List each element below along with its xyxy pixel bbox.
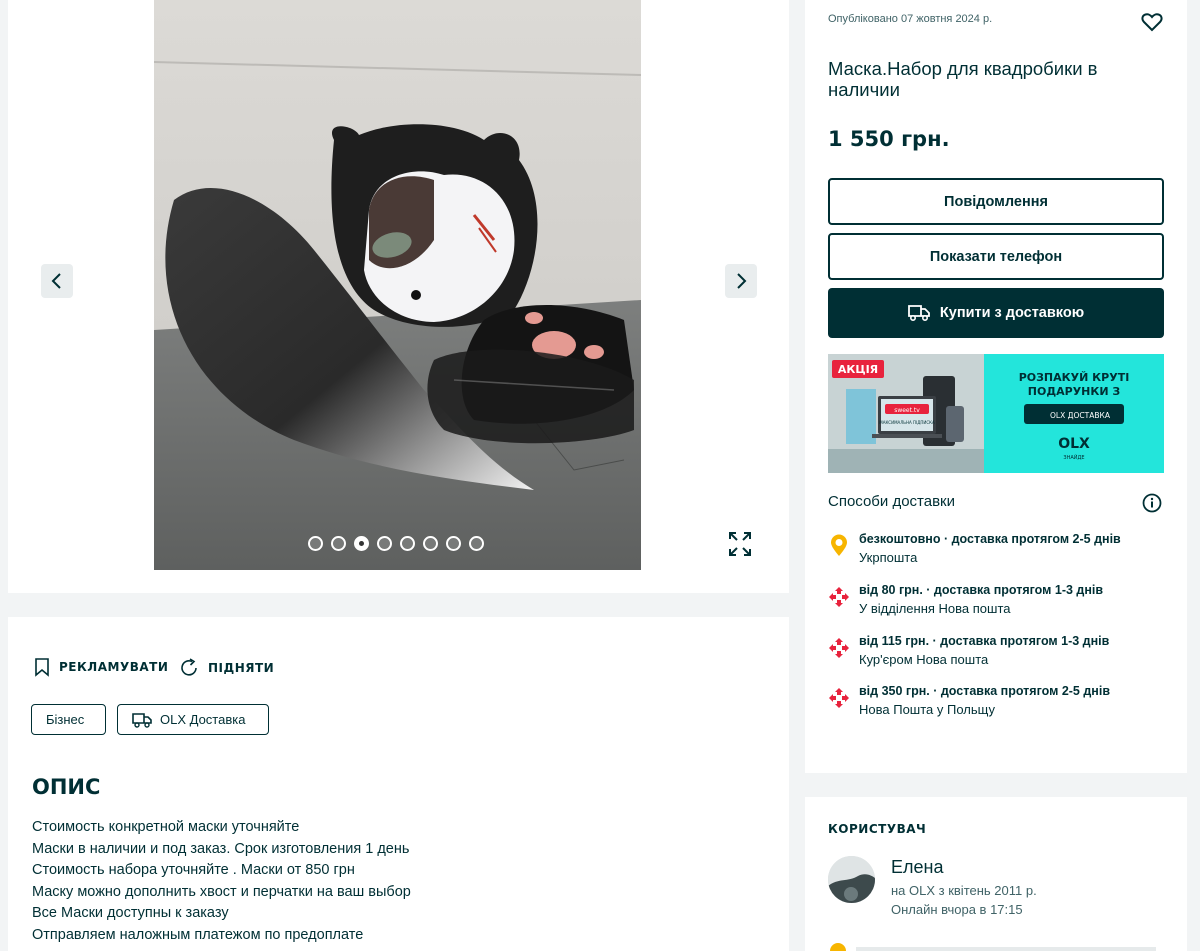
description-line: Все Маски доступны к заказу xyxy=(32,905,229,921)
delivery-option-sub: У відділення Нова пошта xyxy=(859,601,1011,616)
delivery-option-main: від 115 грн. · доставка протягом 1-3 дні… xyxy=(859,634,1110,648)
banner-screen-brand: sweet.tv xyxy=(894,407,920,414)
next-image-button[interactable] xyxy=(725,264,757,298)
listing-title: Маска.Набор для квадробики в наличии xyxy=(828,58,1098,100)
promote-button[interactable]: РЕКЛАМУВАТИ xyxy=(33,657,168,677)
product-photo[interactable] xyxy=(154,0,641,570)
user-heading: КОРИСТУВАЧ xyxy=(828,822,927,836)
avatar[interactable] xyxy=(828,856,875,903)
listing-info-card: Опубліковано 07 жовтня 2024 р. Маска.Наб… xyxy=(805,0,1187,773)
refresh-label: ПІДНЯТИ xyxy=(208,661,275,675)
description-title: ОПИС xyxy=(32,775,101,799)
gallery-dot[interactable] xyxy=(446,536,461,551)
tag-business-label: Бізнес xyxy=(46,712,85,727)
prev-image-button[interactable] xyxy=(41,264,73,298)
ukrposhta-icon xyxy=(831,534,847,556)
tag-business: Бізнес xyxy=(31,704,106,735)
gallery-dot[interactable] xyxy=(354,536,369,551)
published-date: Опубліковано 07 жовтня 2024 р. xyxy=(828,13,993,25)
banner-badge: АКЦІЯ xyxy=(838,363,878,376)
banner-headline-2: ПОДАРУНКИ З xyxy=(1028,385,1121,398)
expand-gallery-button[interactable] xyxy=(726,529,754,559)
description-line: Маску можно дополнить хвост и перчатки н… xyxy=(32,883,411,900)
delivery-option-main: від 80 грн. · доставка протягом 1-3 днів xyxy=(859,583,1104,597)
banner-logo: OLX xyxy=(1058,436,1090,452)
truck-icon xyxy=(132,712,152,728)
description-body: Стоимость конкретной маски уточняйте Мас… xyxy=(32,817,411,946)
tag-olx-delivery: OLX Доставка xyxy=(117,704,269,735)
description-card: РЕКЛАМУВАТИ ПІДНЯТИ Бізнес OLX Доставка … xyxy=(8,617,789,951)
delivery-option-main: безкоштовно · доставка протягом 2-5 днів xyxy=(859,532,1121,546)
avatar-image xyxy=(828,856,875,903)
delivery-option-sub: Кур'єром Нова пошта xyxy=(859,652,989,667)
delivery-option-sub: Укрпошта xyxy=(859,550,918,565)
user-since: на OLX з квітень 2011 р. xyxy=(891,883,1037,898)
gallery-pagination xyxy=(308,536,484,551)
message-button[interactable]: Повідомлення xyxy=(828,178,1164,225)
listing-price: 1 550 грн. xyxy=(828,127,950,151)
product-photo-image xyxy=(154,0,641,570)
gallery-dot[interactable] xyxy=(400,536,415,551)
description-line: Стоимость набора уточняйте . Маски от 85… xyxy=(32,862,355,878)
delivery-info-button[interactable] xyxy=(1142,493,1162,513)
description-line: Отправляем наложным платежом по предопла… xyxy=(32,926,364,943)
user-extra-row xyxy=(828,938,1168,951)
favorite-button[interactable] xyxy=(1140,10,1164,34)
buy-with-delivery-button[interactable]: Купити з доставкою xyxy=(828,288,1164,338)
delivery-title: Способи доставки xyxy=(828,493,955,510)
expand-icon xyxy=(729,532,751,556)
tag-olx-label: OLX Доставка xyxy=(160,712,246,727)
description-line: Стоимость конкретной маски уточняйте xyxy=(32,819,300,835)
cut-off-row-image xyxy=(830,943,1156,951)
gallery-dot[interactable] xyxy=(308,536,323,551)
truck-icon xyxy=(908,305,930,322)
banner-logo-sub: ЗНАЙДЕ xyxy=(1063,454,1084,461)
refresh-button[interactable]: ПІДНЯТИ xyxy=(178,657,274,679)
show-phone-button[interactable]: Показати телефон xyxy=(828,233,1164,280)
user-name[interactable]: Елена xyxy=(891,857,943,878)
bookmark-icon xyxy=(35,658,49,677)
gallery-dot[interactable] xyxy=(331,536,346,551)
chevron-left-icon xyxy=(51,273,61,289)
description-line: Маски в наличии и под заказ. Срок изгото… xyxy=(32,840,410,857)
delivery-option-main: від 350 грн. · доставка протягом 2-5 дні… xyxy=(859,684,1111,698)
show-phone-button-label: Показати телефон xyxy=(929,248,1063,265)
refresh-icon xyxy=(181,658,197,676)
nova-poshta-icon xyxy=(829,587,849,607)
banner-headline-1: РОЗПАКУЙ КРУТІ xyxy=(1019,371,1130,384)
user-online-status: Онлайн вчора в 17:15 xyxy=(891,902,1023,917)
nova-poshta-icon xyxy=(829,638,849,658)
message-button-label: Повідомлення xyxy=(944,193,1048,210)
heart-icon xyxy=(1141,13,1163,32)
nova-poshta-icon xyxy=(829,688,849,708)
delivery-option-sub: Нова Пошта у Польщу xyxy=(859,702,995,717)
gallery-dot[interactable] xyxy=(469,536,484,551)
gallery-dot[interactable] xyxy=(423,536,438,551)
info-icon xyxy=(1142,493,1162,513)
gallery-card xyxy=(8,0,789,593)
banner-screen-text: МАКСИМАЛЬНА ПІДПИСКА xyxy=(879,420,935,425)
banner-pill: OLX ДОСТАВКА xyxy=(1050,411,1111,420)
buy-button-label: Купити з доставкою xyxy=(939,305,1085,321)
gallery-dot[interactable] xyxy=(377,536,392,551)
promo-banner-image: sweet.tv МАКСИМАЛЬНА ПІДПИСКА АКЦІЯ РОЗП… xyxy=(828,354,1164,473)
user-card: КОРИСТУВАЧ Елена на OLX з квітень 2011 р… xyxy=(805,797,1187,951)
promote-label: РЕКЛАМУВАТИ xyxy=(59,660,169,674)
chevron-right-icon xyxy=(737,273,747,289)
promo-banner[interactable]: sweet.tv МАКСИМАЛЬНА ПІДПИСКА АКЦІЯ РОЗП… xyxy=(828,354,1164,473)
